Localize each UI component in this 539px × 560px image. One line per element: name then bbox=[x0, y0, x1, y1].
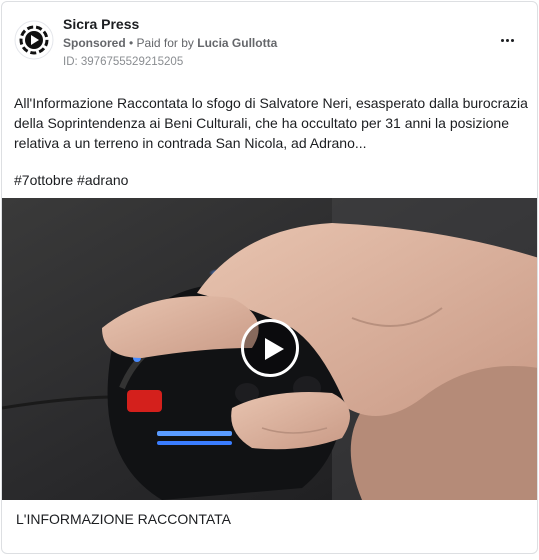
page-name[interactable]: Sicra Press bbox=[63, 16, 139, 32]
media-footer[interactable]: L'INFORMAZIONE RACCONTATA bbox=[2, 500, 537, 540]
paid-for-prefix: • Paid for by bbox=[125, 36, 198, 50]
post-header: Sicra Press Sponsored • Paid for by Luci… bbox=[2, 2, 537, 82]
ad-id: ID: 3976755529215205 bbox=[63, 56, 184, 68]
post-hashtags[interactable]: #7ottobre #adrano bbox=[14, 172, 128, 188]
sponsored-meta: Sponsored • Paid for by Lucia Gullotta bbox=[63, 36, 277, 50]
sicra-press-logo-icon[interactable] bbox=[14, 20, 54, 60]
post-body: All'Informazione Raccontata lo sfogo di … bbox=[14, 95, 528, 151]
sponsored-label: Sponsored bbox=[63, 36, 126, 50]
media-caption[interactable]: L'INFORMAZIONE RACCONTATA bbox=[16, 511, 231, 527]
play-icon[interactable] bbox=[241, 319, 299, 377]
payer-name[interactable]: Lucia Gullotta bbox=[197, 36, 277, 50]
ad-card: Sicra Press Sponsored • Paid for by Luci… bbox=[1, 1, 538, 554]
video-thumbnail[interactable] bbox=[2, 198, 537, 500]
more-options-icon[interactable] bbox=[495, 30, 519, 50]
